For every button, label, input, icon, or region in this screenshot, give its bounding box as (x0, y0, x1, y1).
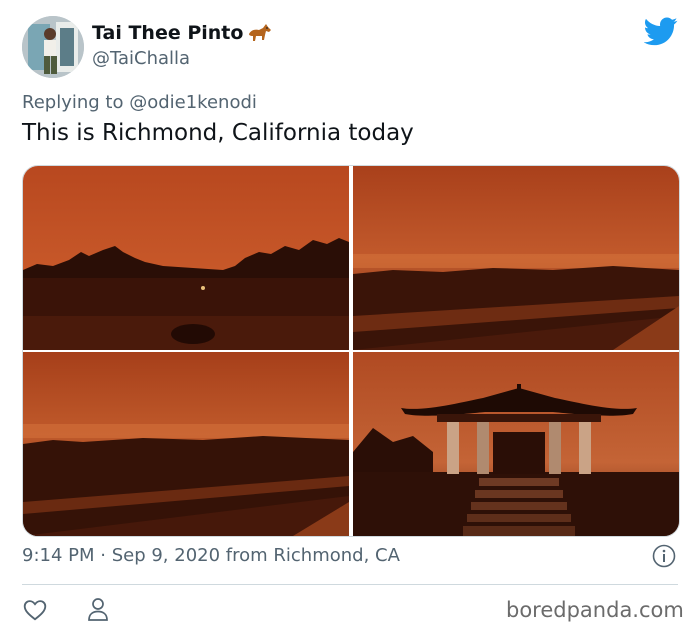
photo-4[interactable] (353, 352, 679, 536)
twitter-bird-icon[interactable] (643, 14, 678, 48)
horse-emoji-icon (247, 22, 273, 44)
photo-grid (22, 165, 680, 537)
display-name[interactable]: Tai Thee Pinto (92, 22, 243, 44)
tweet-timestamp[interactable]: 9:14 PM · Sep 9, 2020 from Richmond, CA (22, 545, 400, 566)
user-handle[interactable]: @TaiChalla (92, 48, 190, 69)
watermark: boredpanda.com (506, 598, 684, 622)
tweet-card: Tai Thee Pinto @TaiChalla Replying to @o… (0, 0, 700, 636)
divider (22, 584, 678, 585)
photo-3[interactable] (23, 352, 349, 536)
replying-to-prefix: Replying to (22, 92, 124, 113)
photo-2[interactable] (353, 166, 679, 350)
reply-mention-link[interactable]: @odie1kenodi (129, 92, 257, 113)
tweet-text: This is Richmond, California today (22, 120, 414, 146)
info-icon[interactable] (652, 544, 676, 568)
replying-to-line: Replying to @odie1kenodi (22, 92, 257, 113)
avatar[interactable] (22, 16, 84, 78)
heart-icon[interactable] (22, 597, 48, 623)
user-name-row[interactable]: Tai Thee Pinto (92, 22, 273, 44)
photo-1[interactable] (23, 166, 349, 350)
person-icon[interactable] (86, 597, 110, 623)
